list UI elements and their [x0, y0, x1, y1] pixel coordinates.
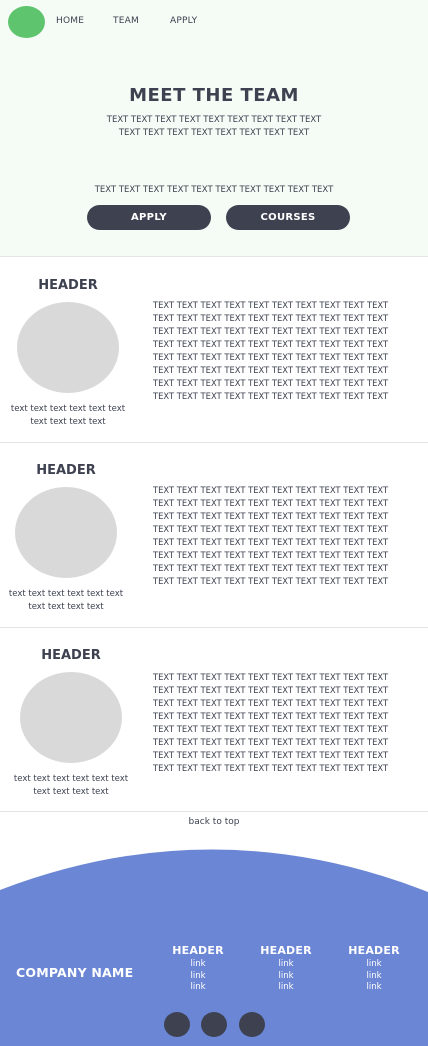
footer-link[interactable]: link [339, 959, 409, 971]
footer-link[interactable]: link [339, 971, 409, 983]
footer-column-header: HEADER [260, 944, 312, 957]
footer-column: HEADER link link link [251, 944, 321, 994]
footer-link[interactable]: link [251, 959, 321, 971]
footer-column-header: HEADER [172, 944, 224, 957]
footer-link[interactable]: link [163, 971, 233, 983]
social-icon-1[interactable] [164, 1012, 190, 1037]
social-icon-3[interactable] [239, 1012, 265, 1037]
footer-background [0, 849, 428, 1046]
footer-link[interactable]: link [251, 971, 321, 983]
footer-link[interactable]: link [251, 982, 321, 994]
company-name: COMPANY NAME [16, 965, 134, 980]
footer-link[interactable]: link [339, 982, 409, 994]
footer-link[interactable]: link [163, 982, 233, 994]
footer-link[interactable]: link [163, 959, 233, 971]
footer-column-header: HEADER [348, 944, 400, 957]
footer-column: HEADER link link link [339, 944, 409, 994]
social-icon-2[interactable] [201, 1012, 227, 1037]
footer-column: HEADER link link link [163, 944, 233, 994]
